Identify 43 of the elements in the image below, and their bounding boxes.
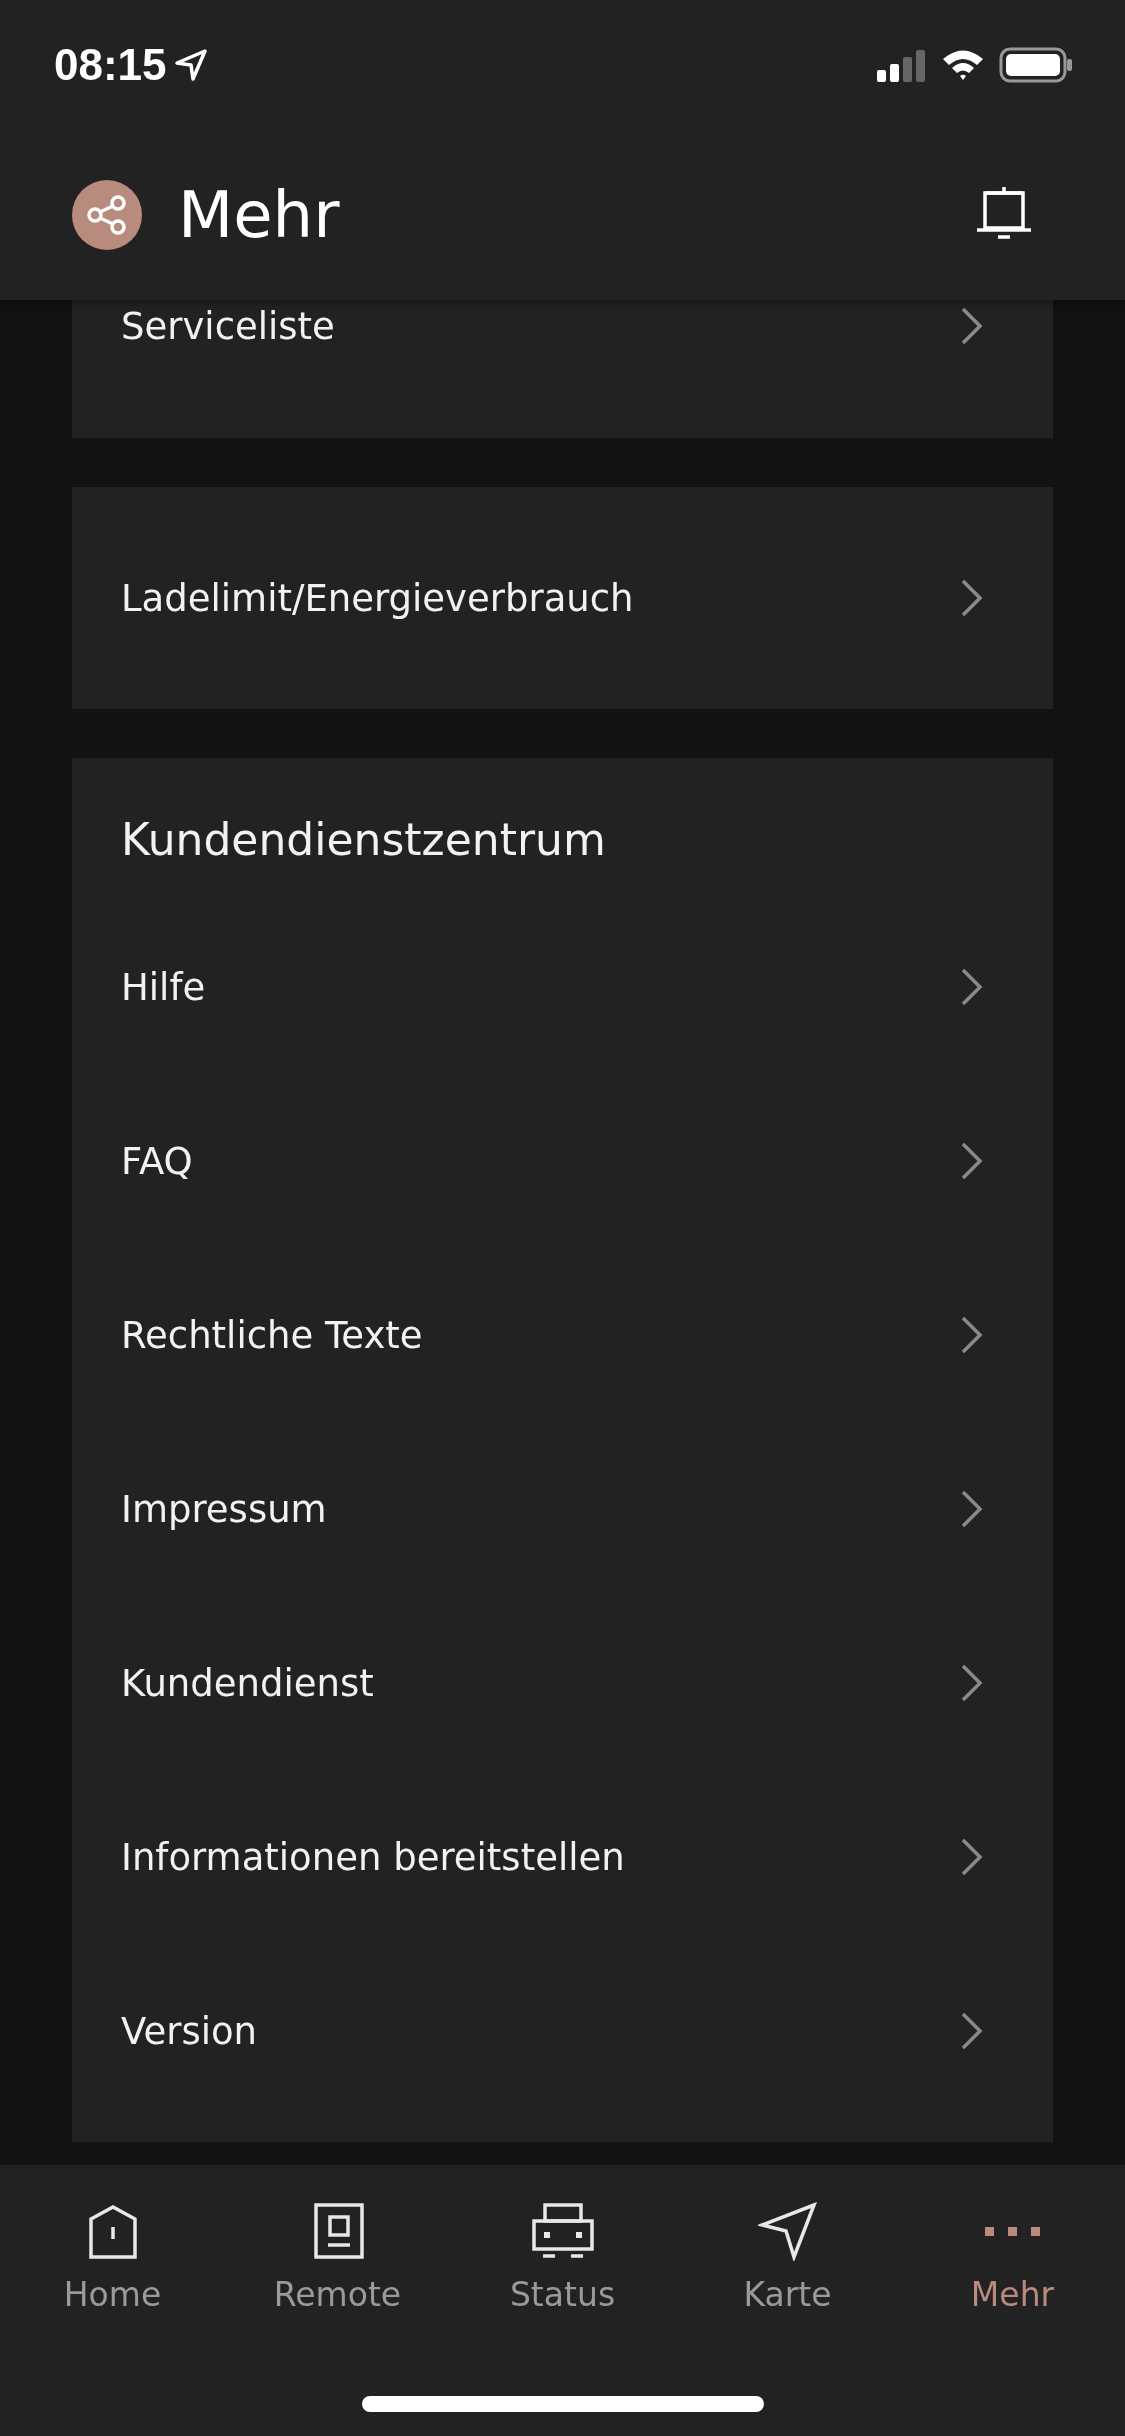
tab-item[interactable]: Remote (225, 2165, 450, 2365)
chevron-right-icon (960, 967, 984, 1007)
menu-item-label: Informationen bereitstellen (121, 1835, 625, 1879)
chevron-right-icon (960, 1489, 984, 1529)
more-icon (985, 2226, 1040, 2236)
car-icon (530, 2201, 595, 2261)
menu-item-label: FAQ (121, 1139, 193, 1183)
signal-icon (877, 48, 927, 82)
menu-item-label: Version (121, 2009, 258, 2053)
menu-item[interactable]: Rechtliche Texte (121, 1248, 1004, 1422)
battery-icon (999, 47, 1073, 83)
menu-item[interactable]: FAQ (121, 1074, 1004, 1248)
menu-item-label: Rechtliche Texte (121, 1313, 423, 1357)
menu-item[interactable]: Hilfe (121, 900, 1004, 1074)
menu-item-label: Serviceliste (121, 304, 335, 348)
menu-item-label: Kundendienst (121, 1661, 374, 1705)
wifi-icon (941, 48, 985, 82)
menu-item-label: Impressum (121, 1487, 327, 1531)
menu-item[interactable]: Kundendienst (121, 1596, 1004, 1770)
section-title: Kundendienstzentrum (121, 813, 607, 867)
menu-item-label: Ladelimit/Energieverbrauch (121, 576, 634, 620)
menu-item[interactable]: Informationen bereitstellen (121, 1770, 1004, 1944)
menu-item-label: Hilfe (121, 965, 206, 1009)
chevron-right-icon (960, 1663, 984, 1703)
menu-item[interactable]: Ladelimit/Energieverbrauch (121, 487, 1004, 709)
page-title: Mehr (178, 178, 341, 252)
menu-item[interactable]: Serviceliste (121, 304, 1004, 348)
chevron-right-icon (960, 1315, 984, 1355)
navigation-icon (757, 2201, 818, 2261)
menu-item[interactable]: Version (121, 1944, 1004, 2118)
status-time: 08:15 (54, 40, 167, 90)
tab-item[interactable]: Status (450, 2165, 675, 2365)
chevron-right-icon (960, 1837, 984, 1877)
tab-item[interactable]: Home (0, 2165, 225, 2365)
menu-item[interactable]: Impressum (121, 1422, 1004, 1596)
tab-item[interactable]: Mehr (900, 2165, 1125, 2365)
chevron-right-icon (960, 578, 984, 618)
chevron-right-icon (960, 2011, 984, 2051)
share-icon[interactable] (72, 180, 142, 250)
location-arrow-icon (172, 47, 209, 83)
tab-item[interactable]: Karte (675, 2165, 900, 2365)
chevron-right-icon (960, 306, 984, 346)
chevron-right-icon (960, 1141, 984, 1181)
